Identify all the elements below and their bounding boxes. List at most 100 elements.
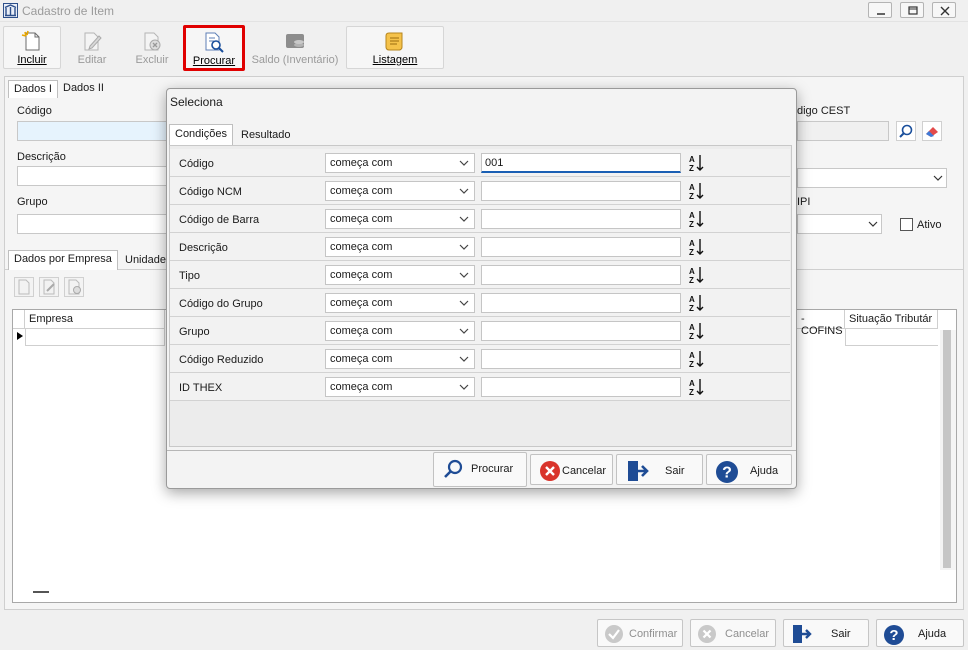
condition-operator-select[interactable]: começa com xyxy=(325,321,475,341)
saldo-inventario-button[interactable]: Saldo (Inventário) xyxy=(248,26,342,69)
eraser-icon xyxy=(926,127,938,137)
condition-value-input[interactable]: 001 xyxy=(481,153,681,173)
cancelar-label-bottom: Cancelar xyxy=(725,628,770,640)
procurar-button[interactable]: Procurar xyxy=(183,25,245,71)
tab-dados-por-empresa[interactable]: Dados por Empresa xyxy=(8,250,118,270)
condition-row: Código do Grupo começa com A Z xyxy=(170,289,790,317)
dialog-footer-divider xyxy=(167,450,796,451)
tab-unidade[interactable]: Unidade xyxy=(121,252,170,268)
condition-field-label: Tipo xyxy=(179,270,200,282)
confirmar-button[interactable]: Confirmar xyxy=(597,619,683,647)
sort-az-button[interactable]: AZ xyxy=(687,153,707,173)
condition-operator-select[interactable]: começa com xyxy=(325,293,475,313)
grid-footer-mark xyxy=(33,591,49,593)
dialog-procurar-button[interactable]: Procurar xyxy=(433,452,527,487)
chevron-down-icon xyxy=(459,356,469,362)
ajuda-button-bottom[interactable]: ? Ajuda xyxy=(876,619,964,647)
condition-operator-value: começa com xyxy=(330,381,393,393)
descricao-field[interactable] xyxy=(17,166,167,186)
cancelar-button-bottom[interactable]: Cancelar xyxy=(690,619,776,647)
condition-operator-value: começa com xyxy=(330,185,393,197)
condition-operator-select[interactable]: começa com xyxy=(325,209,475,229)
grid-edit-button[interactable] xyxy=(39,277,59,297)
tab-dados-i[interactable]: Dados I xyxy=(8,80,58,98)
chevron-down-icon xyxy=(459,244,469,250)
sort-az-button[interactable]: AZ xyxy=(687,349,707,369)
sort-az-button[interactable]: AZ xyxy=(687,209,707,229)
ipi-field[interactable] xyxy=(797,214,882,234)
exit-door-icon xyxy=(628,461,649,481)
condition-field-label: Código NCM xyxy=(179,186,242,198)
condition-value-input[interactable] xyxy=(481,209,681,229)
condition-operator-select[interactable]: começa com xyxy=(325,153,475,173)
condition-value-input[interactable] xyxy=(481,293,681,313)
svg-text:A: A xyxy=(689,351,695,360)
maximize-button[interactable] xyxy=(900,2,924,18)
sair-button-bottom[interactable]: Sair xyxy=(783,619,869,647)
tab-resultado[interactable]: Resultado xyxy=(236,126,296,144)
sort-az-button[interactable]: AZ xyxy=(687,237,707,257)
dialog-ajuda-button[interactable]: ? Ajuda xyxy=(706,454,792,485)
condition-operator-select[interactable]: começa com xyxy=(325,349,475,369)
svg-text:?: ? xyxy=(722,465,732,482)
incluir-label: Incluir xyxy=(17,54,47,66)
svg-text:Z: Z xyxy=(689,332,694,341)
svg-text:Z: Z xyxy=(689,388,694,397)
sort-az-button[interactable]: AZ xyxy=(687,181,707,201)
grupo-field[interactable] xyxy=(17,214,167,234)
condition-row: Descrição começa com A Z xyxy=(170,233,790,261)
edit-document-icon xyxy=(43,279,55,295)
table-row-cell[interactable] xyxy=(845,329,938,346)
sort-az-button[interactable]: AZ xyxy=(687,377,707,397)
tab-condicoes[interactable]: Condições xyxy=(169,124,233,145)
grid-delete-button[interactable] xyxy=(64,277,84,297)
sort-az-button[interactable]: AZ xyxy=(687,293,707,313)
codigo-field[interactable] xyxy=(17,121,167,141)
condition-value-input[interactable] xyxy=(481,349,681,369)
svg-text:Z: Z xyxy=(689,192,694,201)
svg-text:A: A xyxy=(689,183,695,192)
grid-header-situacao-tributaria: Situação Tributár xyxy=(845,310,938,329)
incluir-button[interactable]: Incluir xyxy=(3,26,61,69)
new-document-icon xyxy=(18,279,30,295)
excluir-button[interactable]: Excluir xyxy=(124,26,180,69)
cest-search-button[interactable] xyxy=(896,121,916,141)
editar-button[interactable]: Editar xyxy=(64,26,120,69)
condition-value-input[interactable] xyxy=(481,265,681,285)
cest-clear-button[interactable] xyxy=(922,121,942,141)
grid-new-button[interactable] xyxy=(14,277,34,297)
chevron-down-icon xyxy=(459,328,469,334)
sair-label-bottom: Sair xyxy=(831,628,851,640)
condition-operator-select[interactable]: começa com xyxy=(325,181,475,201)
dropdown-field-right[interactable] xyxy=(797,168,947,188)
dialog-ajuda-label: Ajuda xyxy=(750,465,779,477)
condition-operator-value: começa com xyxy=(330,241,393,253)
dialog-sair-button[interactable]: Sair xyxy=(616,454,703,485)
table-row[interactable] xyxy=(25,329,165,346)
condition-value-input[interactable] xyxy=(481,321,681,341)
condition-value-input[interactable] xyxy=(481,237,681,257)
sort-az-button[interactable]: AZ xyxy=(687,265,707,285)
codigo-cest-field[interactable] xyxy=(797,121,889,141)
sort-az-button[interactable]: AZ xyxy=(687,321,707,341)
check-icon xyxy=(605,625,623,643)
row-pointer-icon xyxy=(17,332,23,340)
close-button[interactable] xyxy=(932,2,956,18)
grid-scrollbar-thumb[interactable] xyxy=(943,330,951,568)
condition-row: Grupo começa com A Z xyxy=(170,317,790,345)
condition-operator-select[interactable]: começa com xyxy=(325,377,475,397)
grid-indicator-header xyxy=(13,310,25,329)
listagem-button[interactable]: Listagem xyxy=(346,26,444,69)
ativo-checkbox[interactable] xyxy=(900,218,913,231)
tab-dados-ii[interactable]: Dados II xyxy=(58,80,109,98)
condition-value-input[interactable] xyxy=(481,181,681,201)
condition-row: Código Reduzido começa com A Z xyxy=(170,345,790,373)
dialog-cancelar-button[interactable]: Cancelar xyxy=(530,454,613,485)
svg-text:A: A xyxy=(689,295,695,304)
sort-az-icon: AZ xyxy=(689,351,704,369)
condition-operator-select[interactable]: começa com xyxy=(325,237,475,257)
condition-value-input[interactable] xyxy=(481,377,681,397)
svg-text:A: A xyxy=(689,323,695,332)
minimize-button[interactable] xyxy=(868,2,892,18)
condition-operator-select[interactable]: começa com xyxy=(325,265,475,285)
